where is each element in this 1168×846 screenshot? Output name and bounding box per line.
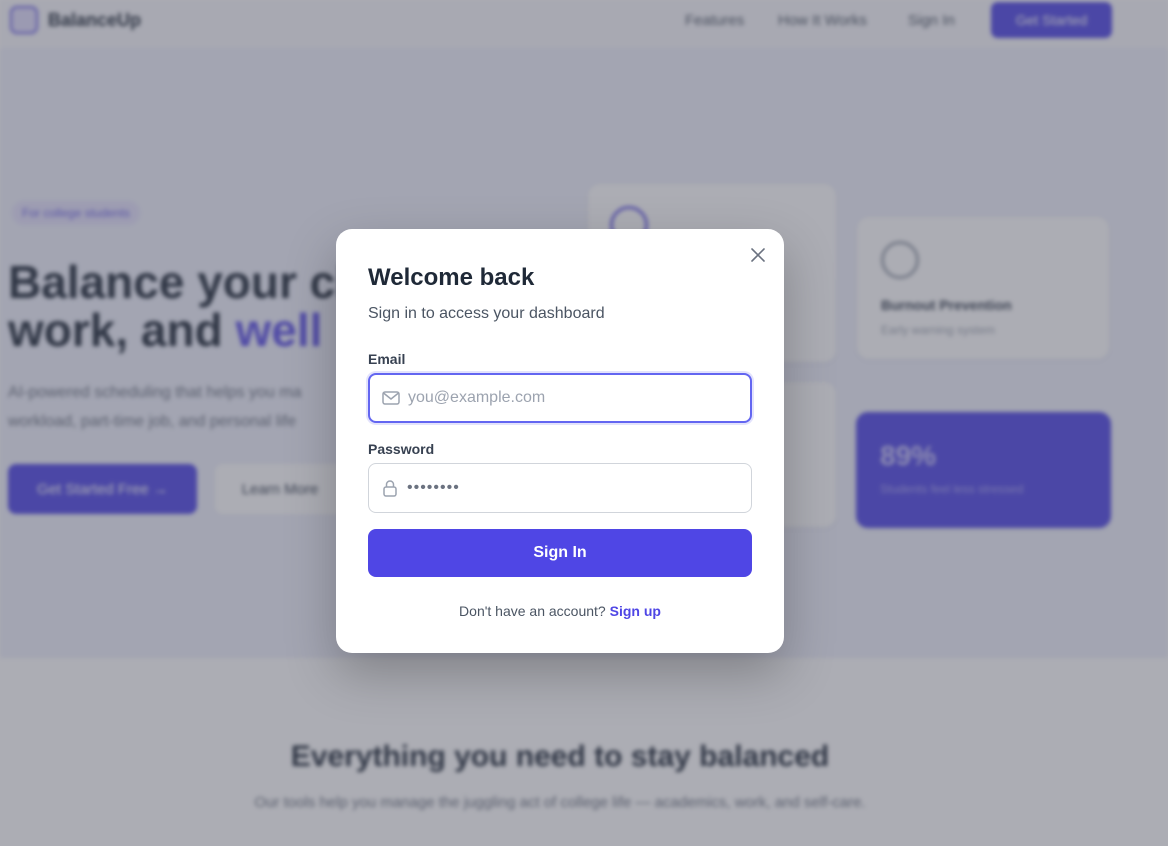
modal-title: Welcome back (368, 264, 535, 291)
sign-up-link[interactable]: Sign up (610, 603, 661, 619)
email-label: Email (368, 351, 406, 367)
sign-in-button[interactable]: Sign In (368, 529, 752, 577)
lock-icon (383, 480, 397, 497)
password-field-wrapper (368, 463, 752, 513)
signup-prompt-line: Don't have an account? Sign up (336, 603, 784, 619)
password-label: Password (368, 441, 435, 457)
password-field[interactable] (407, 464, 737, 512)
close-button[interactable] (748, 245, 768, 265)
sign-in-modal: Welcome back Sign in to access your dash… (336, 229, 784, 653)
email-field[interactable] (408, 375, 738, 421)
email-field-wrapper (368, 373, 752, 423)
modal-subtitle: Sign in to access your dashboard (368, 305, 605, 322)
mail-icon (382, 391, 400, 405)
signup-prompt: Don't have an account? (459, 603, 606, 619)
close-icon (751, 248, 765, 262)
